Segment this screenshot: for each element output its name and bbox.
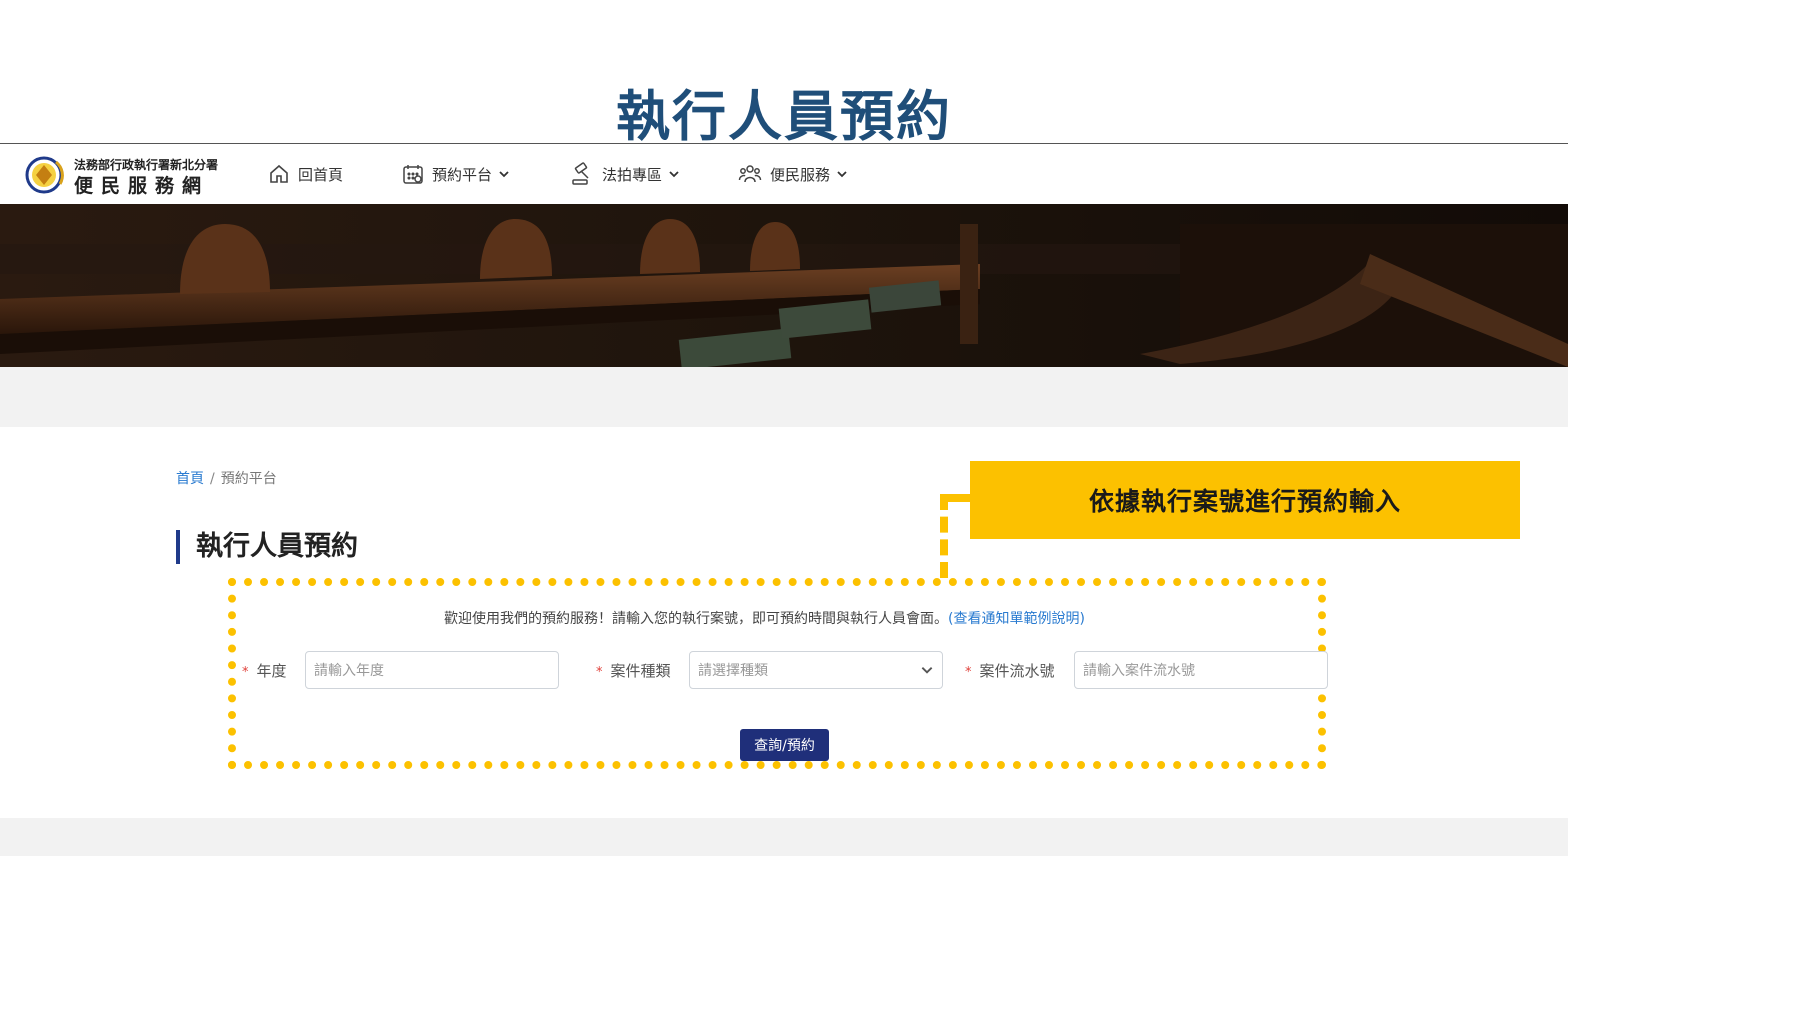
- required-mark: *: [242, 665, 249, 680]
- case-serial-placeholder: 請輸入案件流水號: [1083, 663, 1195, 679]
- breadcrumb-separator: /: [210, 471, 215, 487]
- required-mark: *: [965, 665, 972, 680]
- slide-title: 執行人員預約: [616, 85, 952, 148]
- calendar-icon: [403, 165, 423, 184]
- top-navbar: 法務部行政執行署新北分署 便民服務網 回首頁 預約平台 法拍專區 便民服務: [0, 144, 1568, 204]
- nav-public-services[interactable]: 便民服務: [738, 160, 848, 188]
- nav-home[interactable]: 回首頁: [268, 160, 343, 188]
- chevron-down-icon: [921, 667, 933, 674]
- courtroom-banner-image: [0, 204, 1568, 367]
- year-input-placeholder: 請輸入年度: [314, 663, 384, 679]
- search-booking-button[interactable]: 查詢/預約: [740, 729, 829, 761]
- year-input[interactable]: 請輸入年度: [305, 651, 559, 689]
- gavel-icon: [572, 162, 589, 185]
- nav-booking-platform[interactable]: 預約平台: [402, 160, 510, 188]
- required-mark: *: [596, 665, 603, 680]
- form-intro-text: 歡迎使用我們的預約服務！請輸入您的執行案號，即可預約時間與執行人員會面。: [444, 611, 948, 627]
- logo-site-name: 便民服務網: [74, 175, 210, 197]
- chevron-down-icon: [837, 171, 847, 178]
- case-serial-label: * 案件流水號: [965, 660, 1055, 681]
- case-type-placeholder: 請選擇種類: [698, 663, 768, 679]
- form-intro: 歡迎使用我們的預約服務！請輸入您的執行案號，即可預約時間與執行人員會面。(查看通…: [444, 608, 1085, 628]
- notice-sample-link[interactable]: (查看通知單範例說明): [948, 611, 1085, 627]
- year-label-text: 年度: [256, 662, 287, 680]
- nav-booking-label: 預約平台: [432, 165, 493, 184]
- nav-services-label: 便民服務: [770, 165, 831, 184]
- chevron-down-icon: [499, 171, 509, 178]
- nav-auction-label: 法拍專區: [602, 165, 663, 184]
- page-heading: 執行人員預約: [176, 530, 358, 564]
- people-icon: [738, 165, 762, 183]
- case-type-select[interactable]: 請選擇種類: [689, 651, 943, 689]
- home-icon: [270, 164, 288, 183]
- footer-band: [0, 818, 1568, 856]
- case-serial-input[interactable]: 請輸入案件流水號: [1074, 651, 1328, 689]
- year-label: * 年度: [242, 660, 287, 681]
- nav-home-label: 回首頁: [298, 165, 344, 184]
- case-type-label: * 案件種類: [596, 660, 671, 681]
- annotation-callout: 依據執行案號進行預約輸入: [970, 461, 1520, 539]
- case-type-label-text: 案件種類: [610, 662, 671, 680]
- breadcrumb: 首頁 / 預約平台: [176, 468, 277, 488]
- breadcrumb-home-link[interactable]: 首頁: [176, 471, 204, 487]
- chevron-down-icon: [669, 171, 679, 178]
- case-serial-label-text: 案件流水號: [979, 662, 1055, 680]
- agency-emblem-icon: [25, 156, 64, 194]
- nav-auction-zone[interactable]: 法拍專區: [570, 160, 680, 188]
- section-divider-band: [0, 367, 1568, 427]
- breadcrumb-current: 預約平台: [220, 471, 277, 487]
- callout-connector: [940, 494, 948, 578]
- site-logo[interactable]: 法務部行政執行署新北分署 便民服務網: [24, 154, 224, 197]
